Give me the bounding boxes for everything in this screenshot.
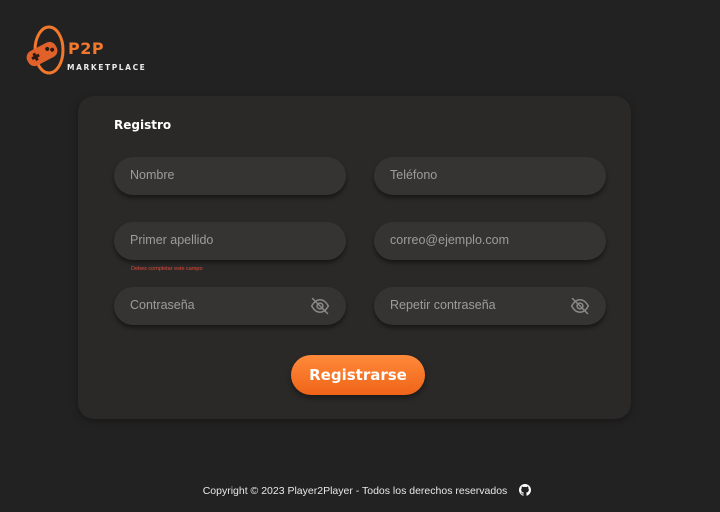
register-button[interactable]: Registrarse — [291, 355, 425, 395]
eye-slash-icon[interactable] — [570, 297, 590, 319]
registration-form: Registro Nombre Teléfono Primer apellido… — [78, 96, 631, 419]
password-placeholder: Contraseña — [130, 298, 195, 312]
surname-field[interactable]: Primer apellido — [114, 222, 346, 260]
footer: Copyright © 2023 Player2Player - Todos l… — [0, 481, 720, 500]
brand-name: P2P — [68, 39, 105, 58]
repeat-password-placeholder: Repetir contraseña — [390, 298, 496, 312]
github-icon[interactable] — [519, 481, 532, 500]
repeat-password-field[interactable]: Repetir contraseña — [374, 287, 606, 325]
gamepad-logo-icon — [26, 25, 65, 75]
phone-placeholder: Teléfono — [390, 168, 438, 182]
phone-field[interactable]: Teléfono — [374, 157, 606, 195]
eye-slash-icon[interactable] — [310, 297, 330, 319]
surname-error-message: Debes completar este campo — [131, 266, 203, 272]
name-placeholder: Nombre — [130, 168, 175, 182]
name-field[interactable]: Nombre — [114, 157, 346, 195]
copyright-text: Copyright © 2023 Player2Player - Todos l… — [202, 484, 508, 497]
password-field[interactable]: Contraseña — [114, 287, 346, 325]
brand-tagline: MARKETPLACE — [67, 63, 147, 72]
email-field[interactable]: correo@ejemplo.com — [374, 222, 606, 260]
email-placeholder: correo@ejemplo.com — [390, 233, 509, 247]
brand-logo[interactable]: P2P MARKETPLACE — [24, 24, 154, 80]
surname-placeholder: Primer apellido — [130, 233, 214, 247]
form-title: Registro — [114, 118, 172, 132]
